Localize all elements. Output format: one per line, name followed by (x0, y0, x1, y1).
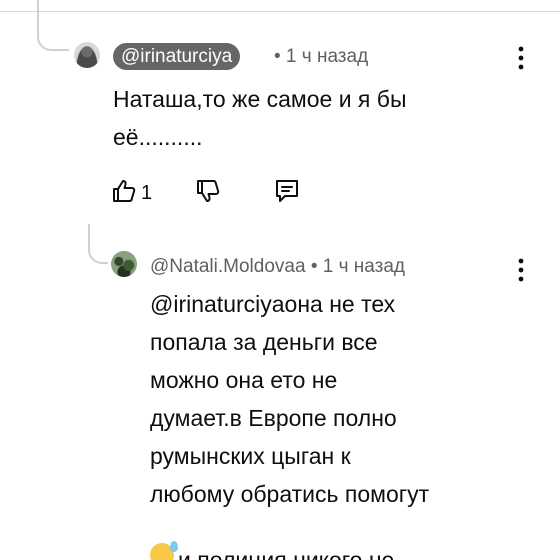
comment-text-continued: и полиция никого не (178, 547, 395, 560)
more-vertical-icon[interactable] (511, 45, 531, 71)
sweat-smile-emoji (150, 541, 178, 560)
thread-connector (37, 0, 69, 51)
top-divider (0, 0, 560, 12)
reply-button[interactable] (273, 176, 301, 210)
thumbs-down-icon (195, 178, 221, 209)
author-name[interactable]: @Natali.Moldovaa (150, 256, 306, 277)
reply-comment-icon (273, 177, 301, 210)
comment-meta: @Natali.Moldovaa • 1 ч назад (150, 253, 405, 280)
dislike-button[interactable] (195, 176, 221, 210)
comment-text: Наташа,то же самое и я бы её.......... (113, 86, 407, 150)
avatar[interactable] (74, 42, 100, 68)
thumbs-up-icon (111, 178, 137, 209)
comment-text: @irinaturciyaона не тех попала за деньги… (150, 291, 430, 507)
more-vertical-icon[interactable] (511, 257, 531, 283)
comment-timestamp: • 1 ч назад (310, 256, 405, 277)
like-count: 1 (141, 182, 153, 204)
comment-thread: @irinaturciya • 1 ч назад Наташа,то же с… (0, 0, 560, 560)
comment-timestamp: • 1 ч назад (274, 46, 369, 67)
author-chip[interactable]: @irinaturciya (113, 43, 241, 70)
like-button[interactable]: 1 (111, 176, 152, 210)
thread-connector (88, 224, 108, 264)
avatar[interactable] (111, 251, 137, 277)
